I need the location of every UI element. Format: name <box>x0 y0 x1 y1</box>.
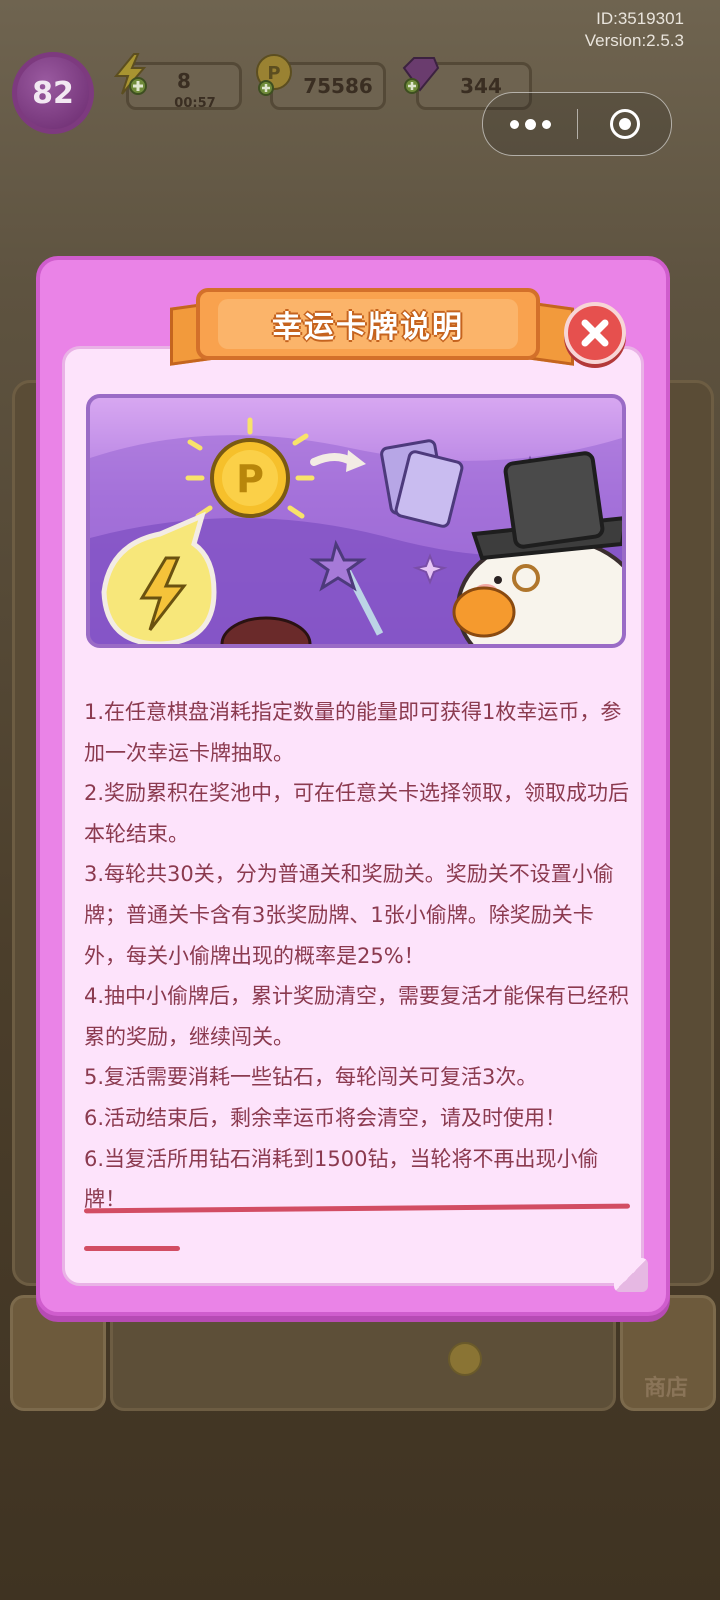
close-icon <box>581 319 609 347</box>
shop-label: 商店 <box>643 1376 688 1401</box>
coin-value: 75586 <box>303 74 373 98</box>
gem-icon <box>402 57 440 94</box>
more-dots-icon[interactable] <box>483 118 577 130</box>
energy-timer: 00:57 <box>174 96 216 111</box>
rule-5: 5.复活需要消耗一些钻石，每轮闯关可复活3次。 <box>84 1065 538 1090</box>
rule-4: 4.抽中小偷牌后，累计奖励清空，需要复活才能保有已经积累的奖励，继续闯关。 <box>84 984 630 1049</box>
level-badge: 82 <box>12 52 94 134</box>
target-icon[interactable] <box>578 109 671 139</box>
mini-program-capsule <box>482 92 672 156</box>
p-coin-icon <box>448 1342 482 1376</box>
hud-info: ID:3519301 Version:2.5.3 <box>585 8 684 52</box>
rule-1: 1.在任意棋盘消耗指定数量的能量即可获得1枚幸运币，参加一次幸运卡牌抽取。 <box>84 700 622 765</box>
energy-bolt-icon <box>113 53 147 95</box>
energy-value: 8 <box>177 69 191 93</box>
gem-value: 344 <box>460 74 502 98</box>
highlight-underline <box>84 1246 180 1251</box>
user-id: ID:3519301 <box>596 9 684 28</box>
page-curl <box>614 1258 648 1292</box>
title-banner: 幸运卡牌说明 <box>196 288 540 360</box>
lucky-card-modal: 幸运卡牌说明 P 1.在任意棋盘消耗指定数量的能量即可获得1枚幸运币，参加一次幸… <box>36 256 670 1316</box>
svg-text:P: P <box>236 457 264 501</box>
illustration-art: P <box>90 417 622 644</box>
rule-6: 6.活动结束后，剩余幸运币将会清空，请及时使用！ <box>84 1105 567 1130</box>
lucky-card-illustration: P <box>86 394 626 648</box>
coin-icon: P <box>256 54 292 96</box>
version-text: Version:2.5.3 <box>584 31 684 50</box>
rule-3: 3.每轮共30关，分为普通关和奖励关。奖励关不设置小偷牌；普通关卡含有3张奖励牌… <box>84 862 614 968</box>
modal-title: 幸运卡牌说明 <box>218 299 518 349</box>
close-button[interactable] <box>564 302 626 364</box>
rules-text: 1.在任意棋盘消耗指定数量的能量即可获得1枚幸运币，参加一次幸运卡牌抽取。 2.… <box>84 692 632 1220</box>
rule-2: 2.奖励累积在奖池中，可在任意关卡选择领取，领取成功后本轮结束。 <box>84 781 630 846</box>
